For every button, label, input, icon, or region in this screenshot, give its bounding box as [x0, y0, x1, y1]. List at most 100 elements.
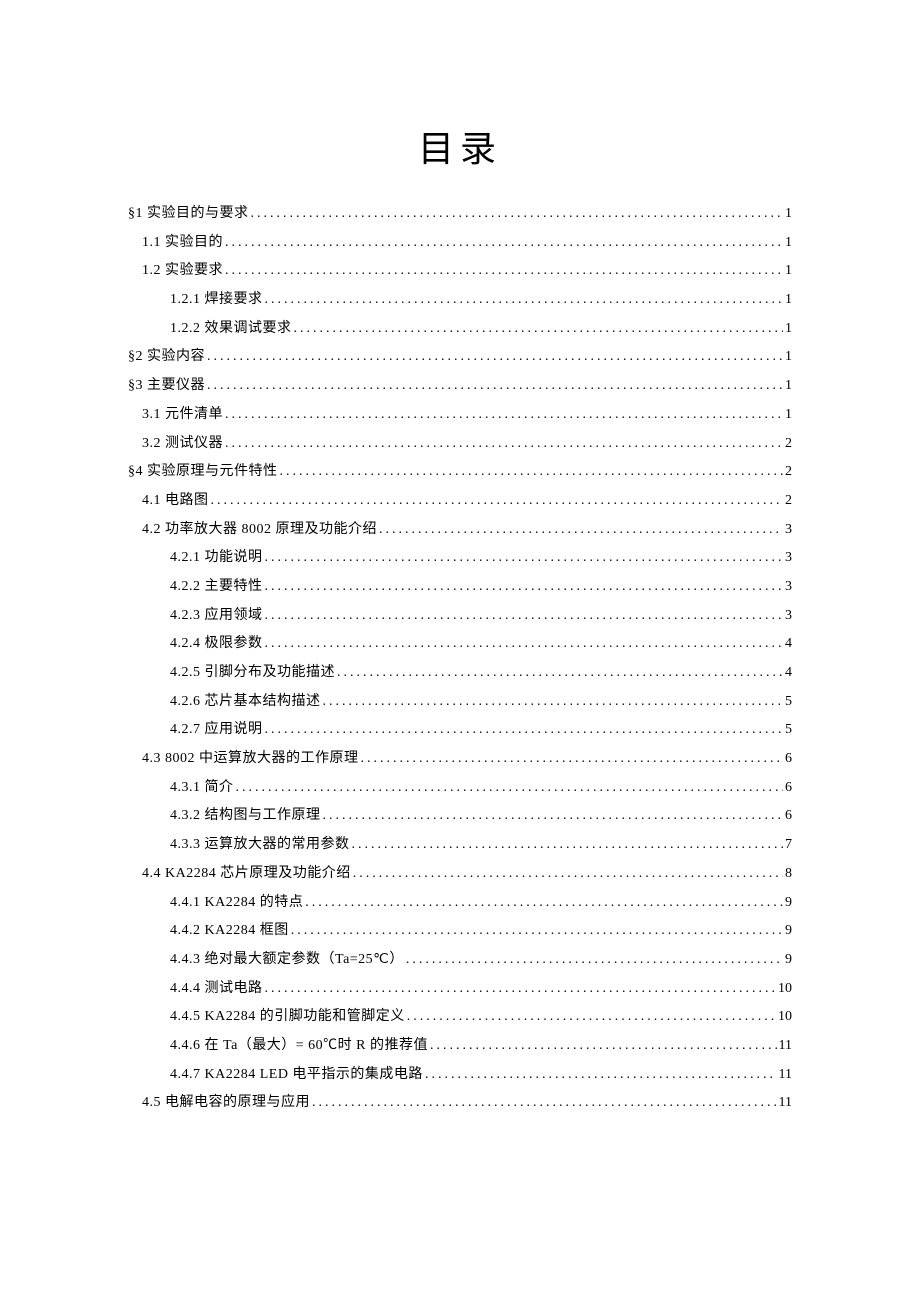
toc-entry-page: 6	[785, 774, 792, 803]
toc-leader-dots	[265, 286, 784, 315]
toc-entry-label: 4.2.6 芯片基本结构描述	[170, 688, 321, 717]
toc-entry-page: 3	[785, 544, 792, 573]
toc-entry-label: 4.4.7 KA2284 LED 电平指示的集成电路	[170, 1061, 423, 1090]
toc-entry-page: 6	[785, 802, 792, 831]
toc-entry: 1.1 实验目的1	[128, 229, 792, 258]
toc-leader-dots	[294, 315, 784, 344]
toc-entry: 4.2.6 芯片基本结构描述 5	[128, 688, 792, 717]
toc-leader-dots	[323, 688, 784, 717]
toc-entry-page: 2	[785, 487, 792, 516]
table-of-contents: §1 实验目的与要求11.1 实验目的11.2 实验要求11.2.1 焊接要求1…	[128, 200, 792, 1118]
toc-entry: 4.2.7 应用说明 5	[128, 716, 792, 745]
toc-entry-page: 9	[785, 917, 792, 946]
toc-entry-page: 1	[785, 401, 792, 430]
toc-entry-page: 11	[779, 1032, 792, 1061]
toc-entry: 4.3.3 运算放大器的常用参数7	[128, 831, 792, 860]
toc-leader-dots	[265, 716, 784, 745]
toc-entry-label: 1.2 实验要求	[142, 257, 223, 286]
toc-entry: 4.4.4 测试电路10	[128, 975, 792, 1004]
toc-entry-page: 10	[778, 975, 792, 1004]
toc-entry-page: 1	[785, 315, 792, 344]
toc-entry-label: 3.1 元件清单	[142, 401, 223, 430]
toc-leader-dots	[353, 860, 783, 889]
toc-entry: 4.5 电解电容的原理与应用11	[128, 1089, 792, 1118]
toc-entry-label: 4.2.4 极限参数	[170, 630, 263, 659]
toc-entry: 4.4.3 绝对最大额定参数（Ta=25℃）9	[128, 946, 792, 975]
toc-leader-dots	[379, 516, 783, 545]
toc-entry: §2 实验内容 1	[128, 343, 792, 372]
toc-leader-dots	[207, 372, 783, 401]
toc-leader-dots	[265, 573, 784, 602]
toc-entry-page: 1	[785, 286, 792, 315]
toc-entry-page: 9	[785, 889, 792, 918]
toc-entry-label: 4.3.2 结构图与工作原理	[170, 802, 321, 831]
toc-leader-dots	[265, 544, 784, 573]
toc-entry-label: 1.2.2 效果调试要求	[170, 315, 292, 344]
toc-leader-dots	[337, 659, 783, 688]
toc-entry: 4.4.2 KA2284 框图 9	[128, 917, 792, 946]
toc-leader-dots	[265, 602, 784, 631]
toc-entry: 4.1 电路图 2	[128, 487, 792, 516]
toc-entry-page: 1	[785, 372, 792, 401]
toc-leader-dots	[361, 745, 784, 774]
toc-entry: 4.2.1 功能说明3	[128, 544, 792, 573]
toc-leader-dots	[280, 458, 784, 487]
toc-entry-label: 4.3.3 运算放大器的常用参数	[170, 831, 350, 860]
toc-entry-label: 4.3 8002 中运算放大器的工作原理	[142, 745, 359, 774]
toc-entry-page: 5	[785, 688, 792, 717]
page-title: 目录	[128, 120, 792, 172]
toc-entry-page: 3	[785, 602, 792, 631]
toc-entry-label: 4.4.1 KA2284 的特点	[170, 889, 303, 918]
toc-leader-dots	[312, 1089, 777, 1118]
toc-entry: 4.2.2 主要特性3	[128, 573, 792, 602]
toc-entry-page: 1	[785, 343, 792, 372]
toc-entry-label: 4.4.6 在 Ta（最大）= 60℃时 R 的推荐值	[170, 1032, 428, 1061]
toc-entry: 3.1 元件清单 1	[128, 401, 792, 430]
toc-entry-label: 4.4.3 绝对最大额定参数（Ta=25℃）	[170, 946, 404, 975]
toc-leader-dots	[265, 975, 777, 1004]
toc-entry-page: 6	[785, 745, 792, 774]
toc-leader-dots	[406, 946, 783, 975]
toc-entry-label: §1 实验目的与要求	[128, 200, 249, 229]
toc-entry-label: §2 实验内容	[128, 343, 205, 372]
toc-entry: §1 实验目的与要求1	[128, 200, 792, 229]
toc-leader-dots	[425, 1061, 777, 1090]
toc-entry-page: 5	[785, 716, 792, 745]
toc-entry-label: §3 主要仪器	[128, 372, 205, 401]
toc-entry-label: 4.4.5 KA2284 的引脚功能和管脚定义	[170, 1003, 405, 1032]
toc-entry: 4.4.5 KA2284 的引脚功能和管脚定义10	[128, 1003, 792, 1032]
toc-entry-label: 4.4 KA2284 芯片原理及功能介绍	[142, 860, 351, 889]
toc-entry-page: 8	[785, 860, 792, 889]
toc-entry: 4.2.3 应用领域3	[128, 602, 792, 631]
toc-entry-page: 4	[785, 659, 792, 688]
toc-entry-label: 4.1 电路图	[142, 487, 209, 516]
toc-leader-dots	[225, 430, 783, 459]
toc-entry: 4.3 8002 中运算放大器的工作原理 6	[128, 745, 792, 774]
toc-entry-label: §4 实验原理与元件特性	[128, 458, 278, 487]
toc-entry-label: 4.2.7 应用说明	[170, 716, 263, 745]
toc-entry: 4.3.1 简介 6	[128, 774, 792, 803]
toc-leader-dots	[225, 229, 783, 258]
toc-entry-label: 4.3.1 简介	[170, 774, 234, 803]
toc-entry-label: 1.2.1 焊接要求	[170, 286, 263, 315]
toc-leader-dots	[407, 1003, 776, 1032]
toc-entry: 4.4.6 在 Ta（最大）= 60℃时 R 的推荐值 11	[128, 1032, 792, 1061]
toc-entry: 4.4 KA2284 芯片原理及功能介绍 8	[128, 860, 792, 889]
document-page: 目录 §1 实验目的与要求11.1 实验目的11.2 实验要求11.2.1 焊接…	[0, 0, 920, 1118]
toc-entry-page: 4	[785, 630, 792, 659]
toc-leader-dots	[211, 487, 784, 516]
toc-leader-dots	[291, 917, 783, 946]
toc-entry-label: 4.4.2 KA2284 框图	[170, 917, 289, 946]
toc-entry-page: 1	[785, 257, 792, 286]
toc-entry-page: 2	[785, 430, 792, 459]
toc-entry-page: 11	[779, 1061, 792, 1090]
toc-entry-label: 4.2 功率放大器 8002 原理及功能介绍	[142, 516, 377, 545]
toc-entry-label: 4.2.5 引脚分布及功能描述	[170, 659, 335, 688]
toc-leader-dots	[323, 802, 784, 831]
toc-entry-label: 4.2.2 主要特性	[170, 573, 263, 602]
toc-leader-dots	[305, 889, 783, 918]
toc-entry: §4 实验原理与元件特性2	[128, 458, 792, 487]
toc-entry-label: 1.1 实验目的	[142, 229, 223, 258]
toc-entry: 4.4.1 KA2284 的特点 9	[128, 889, 792, 918]
toc-entry: 1.2 实验要求 1	[128, 257, 792, 286]
